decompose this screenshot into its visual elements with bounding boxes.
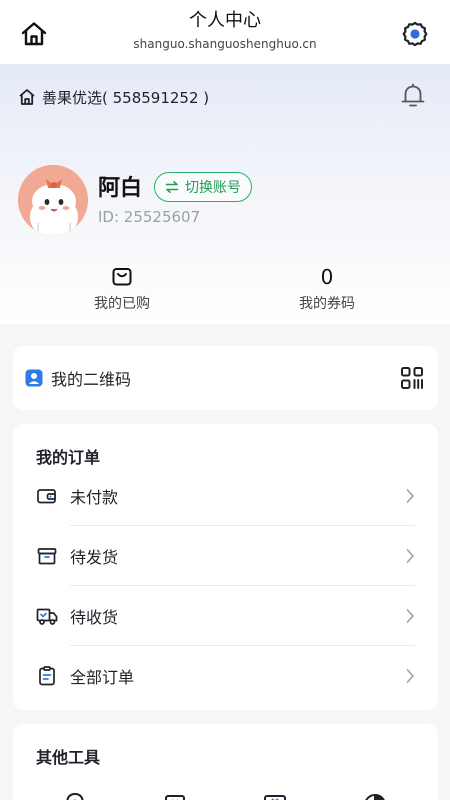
top-bar: 个人中心 shanguo.shanguoshenghuo.cn bbox=[0, 0, 450, 64]
page-domain: shanguo.shanguoshenghuo.cn bbox=[133, 37, 317, 51]
tools-title: 其他工具 bbox=[36, 748, 101, 767]
switch-account-button[interactable]: 切换账号 bbox=[154, 172, 252, 202]
chevron-right-icon bbox=[406, 669, 414, 683]
user-id: ID: 25525607 bbox=[98, 208, 201, 226]
clipboard-icon bbox=[39, 666, 55, 686]
qr-code-card[interactable]: 我的二维码 bbox=[13, 346, 438, 410]
wallet-icon bbox=[37, 489, 56, 504]
avatar[interactable] bbox=[18, 165, 88, 235]
stat-coupons-value: 0 bbox=[320, 265, 334, 289]
user-name: 阿白 bbox=[98, 176, 143, 201]
order-row-unpaid[interactable]: 未付款 bbox=[36, 466, 416, 526]
stat-purchased[interactable]: 我的已购 bbox=[57, 265, 187, 313]
home-icon[interactable] bbox=[20, 20, 48, 48]
chevron-right-icon bbox=[406, 489, 414, 503]
truck-icon bbox=[36, 608, 58, 625]
package-icon bbox=[37, 548, 57, 565]
user-badge-icon bbox=[25, 369, 43, 387]
title-block: 个人中心 shanguo.shanguoshenghuo.cn bbox=[133, 10, 316, 52]
qr-code-label: 我的二维码 bbox=[51, 370, 132, 389]
stat-purchased-label: 我的已购 bbox=[94, 296, 150, 312]
order-row-to-ship[interactable]: 待发货 bbox=[36, 526, 416, 586]
tool-location-icon[interactable] bbox=[61, 790, 89, 800]
order-row-all[interactable]: 全部订单 bbox=[36, 646, 416, 706]
tools-card: 其他工具 bbox=[13, 724, 438, 800]
chevron-right-icon bbox=[406, 549, 414, 563]
orders-card: 我的订单 未付款 待发货 待收货 全部订单 bbox=[13, 424, 438, 710]
swap-arrows-icon bbox=[165, 181, 179, 193]
tool-pie-chart-icon[interactable] bbox=[361, 790, 389, 800]
tool-ticket-icon[interactable] bbox=[261, 790, 289, 800]
order-row-all-label: 全部订单 bbox=[70, 668, 135, 687]
shop-selector[interactable]: 善果优选( 558591252 ) bbox=[18, 86, 209, 108]
switch-account-label: 切换账号 bbox=[185, 180, 241, 196]
stat-coupons[interactable]: 0 我的券码 bbox=[262, 265, 392, 313]
gear-icon[interactable] bbox=[400, 19, 430, 49]
order-row-to-receive[interactable]: 待收货 bbox=[36, 586, 416, 646]
order-row-unpaid-label: 未付款 bbox=[70, 488, 119, 507]
home-outline-icon bbox=[19, 89, 35, 105]
qr-code-icon[interactable] bbox=[400, 366, 424, 390]
orders-title: 我的订单 bbox=[36, 448, 101, 467]
bell-icon[interactable] bbox=[400, 82, 426, 110]
chevron-right-icon bbox=[406, 609, 414, 623]
page-title: 个人中心 bbox=[189, 10, 261, 31]
shop-name: 善果优选( 558591252 ) bbox=[42, 88, 210, 107]
stat-coupons-label: 我的券码 bbox=[299, 296, 355, 312]
order-row-to-ship-label: 待发货 bbox=[70, 548, 119, 567]
tool-box-icon[interactable] bbox=[161, 790, 189, 800]
shopping-bag-icon bbox=[57, 265, 187, 289]
order-row-to-receive-label: 待收货 bbox=[70, 608, 119, 627]
